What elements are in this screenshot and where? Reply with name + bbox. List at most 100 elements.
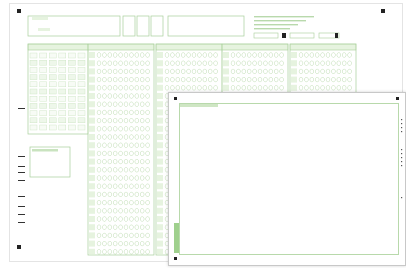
answer-bubble (107, 60, 112, 66)
answer-bubble (309, 52, 314, 58)
timing-mark (18, 214, 25, 215)
answer-bubble (230, 85, 236, 91)
answer-bubble (170, 85, 175, 91)
question-number-cell (157, 52, 163, 58)
timing-mark (18, 156, 25, 157)
answer-bubble (134, 249, 139, 255)
answer-bubble (102, 77, 107, 83)
question-number-cell (157, 109, 163, 116)
answer-bubble (134, 134, 139, 140)
id-bubble (58, 60, 66, 66)
answer-bubble (202, 77, 207, 83)
registration-mark-top-right (381, 9, 385, 13)
answer-bubble (134, 200, 139, 206)
answer-bubble (96, 175, 102, 181)
answer-bubble (247, 77, 252, 83)
answer-bubble (191, 60, 197, 66)
answer-bubble (140, 142, 145, 148)
answer-bubble (102, 60, 107, 66)
id-bubble (39, 52, 47, 59)
answer-bubble (129, 85, 134, 91)
answer-bubble (96, 109, 102, 115)
answer-bubble (118, 101, 123, 107)
question-number-cell (157, 216, 163, 222)
answer-bubble (118, 85, 123, 91)
answer-bubble (96, 77, 102, 83)
id-bubble (29, 67, 38, 73)
answer-bubble (134, 93, 139, 99)
question-number-cell (291, 60, 297, 67)
question-number-cell (89, 240, 95, 247)
answer-bubble (118, 191, 123, 197)
answer-bubble (304, 52, 309, 58)
answer-bubble (197, 60, 202, 66)
answer-bubble (202, 60, 207, 66)
id-bubble (58, 95, 66, 102)
answer-bubble (113, 249, 118, 255)
example-mark (282, 33, 286, 38)
id-bubble (29, 74, 38, 80)
answer-bubble (145, 77, 150, 83)
answer-bubble (113, 200, 118, 206)
answer-bubble (102, 232, 107, 238)
answer-bubble (175, 68, 180, 74)
answer-bubble (164, 77, 170, 83)
id-bubble (58, 52, 66, 59)
answer-bubble (113, 150, 118, 156)
left-note-label (32, 149, 58, 152)
answer-bubble (129, 77, 134, 83)
question-number-cell (89, 232, 95, 239)
answer-bubble (145, 150, 150, 156)
answer-bubble (241, 52, 246, 58)
front-timing-dot (401, 153, 403, 155)
answer-column-header (221, 43, 289, 51)
question-number-cell (157, 207, 163, 214)
id-bubble (58, 81, 66, 88)
answer-bubble (145, 52, 150, 58)
answer-bubble (140, 175, 145, 181)
answer-bubble (107, 85, 112, 91)
answer-bubble (230, 68, 236, 74)
answer-bubble (113, 52, 118, 58)
answer-bubble (129, 118, 134, 124)
answer-bubble (197, 77, 202, 83)
id-bubble (68, 67, 76, 73)
answer-bubble (140, 200, 145, 206)
answer-bubble (186, 77, 191, 83)
answer-bubble (113, 118, 118, 124)
front-timing-dot (401, 131, 403, 133)
answer-bubble (123, 126, 129, 132)
answer-bubble (181, 68, 186, 74)
answer-bubble (96, 60, 102, 66)
question-number-cell (157, 68, 163, 75)
answer-bubble (134, 142, 139, 148)
name-box-label-2 (38, 28, 50, 31)
id-bubble (58, 67, 66, 73)
answer-bubble (315, 68, 320, 74)
answer-bubble (140, 126, 145, 132)
answer-bubble (107, 109, 112, 115)
question-number-cell (89, 150, 95, 157)
question-number-cell (89, 68, 95, 75)
answer-bubble (113, 183, 118, 189)
answer-bubble (140, 167, 145, 173)
answer-bubble (107, 232, 112, 238)
id-bubble (68, 95, 76, 102)
answer-bubble (134, 175, 139, 181)
answer-bubble (107, 52, 112, 58)
question-number-cell (157, 142, 163, 149)
answer-bubble (208, 85, 213, 91)
answer-bubble (331, 68, 336, 74)
answer-bubble (129, 159, 134, 165)
answer-bubble (118, 241, 123, 247)
question-number-cell (89, 84, 95, 91)
question-number-cell (89, 52, 95, 58)
answer-bubble (113, 109, 118, 115)
question-number-cell (157, 183, 163, 190)
id-bubble (58, 74, 66, 80)
answer-bubble (164, 68, 170, 74)
answer-bubble (134, 101, 139, 107)
answer-bubble (257, 68, 263, 74)
answer-bubble (118, 183, 123, 189)
answer-bubble (164, 60, 170, 66)
